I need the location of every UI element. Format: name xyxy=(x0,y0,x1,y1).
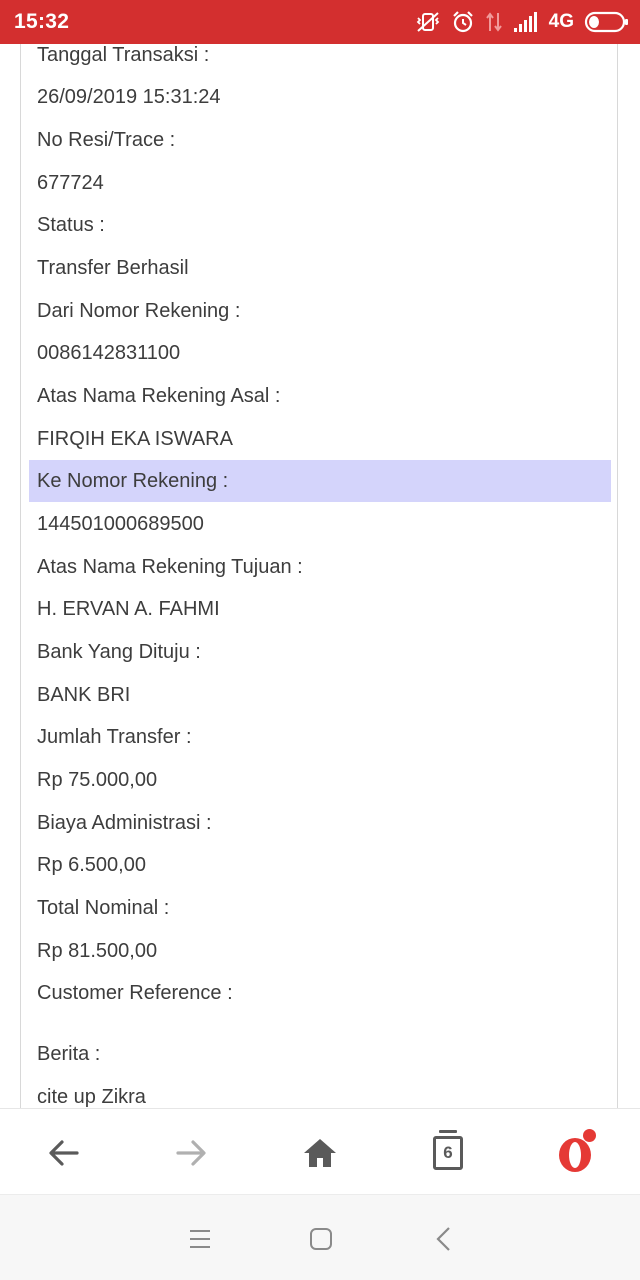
value-admin-fee: Rp 6.500,00 xyxy=(37,854,146,876)
system-nav-bar xyxy=(0,1194,640,1280)
value-source-account: 0086142831100 xyxy=(37,342,181,364)
battery-icon xyxy=(584,11,630,33)
value-destination-bank: BANK BRI xyxy=(37,684,131,706)
home-button[interactable] xyxy=(294,1127,346,1179)
opera-menu-button[interactable] xyxy=(550,1127,602,1179)
tab-count-icon: 6 xyxy=(433,1130,463,1170)
forward-button[interactable] xyxy=(165,1127,217,1179)
data-transfer-icon xyxy=(485,11,503,33)
label-customer-reference: Customer Reference : xyxy=(37,982,233,1004)
value-status: Transfer Berhasil xyxy=(37,257,189,279)
label-destination-bank: Bank Yang Dituju : xyxy=(37,641,201,663)
value-message: cite up Zikra xyxy=(37,1086,146,1108)
label-message: Berita : xyxy=(37,1043,101,1065)
chevron-left-icon xyxy=(436,1227,450,1251)
value-destination-account: 144501000689500 xyxy=(37,513,204,535)
square-icon xyxy=(310,1228,332,1250)
browser-nav-bar: 6 xyxy=(0,1108,640,1194)
value-total-nominal: Rp 81.500,00 xyxy=(37,940,158,962)
status-bar: 15:32 4G xyxy=(0,0,640,44)
value-transaction-date: 26/09/2019 15:31:24 xyxy=(37,86,221,108)
value-transfer-amount: Rp 75.000,00 xyxy=(37,769,158,791)
status-time: 15:32 xyxy=(14,10,70,33)
value-destination-name: H. ERVAN A. FAHMI xyxy=(37,598,220,620)
home-icon xyxy=(304,1139,336,1167)
tabs-button[interactable]: 6 xyxy=(422,1127,474,1179)
menu-lines-icon xyxy=(190,1230,210,1248)
recent-apps-button[interactable] xyxy=(178,1217,222,1261)
tab-count: 6 xyxy=(443,1143,453,1162)
label-transfer-amount: Jumlah Transfer : xyxy=(37,726,192,748)
value-source-account-name: FIRQIH EKA ISWARA xyxy=(37,428,233,450)
label-destination-account: Ke Nomor Rekening : xyxy=(29,460,611,502)
system-back-button[interactable] xyxy=(422,1217,466,1261)
network-type-label: 4G xyxy=(548,11,574,32)
value-trace-number: 677724 xyxy=(37,172,104,194)
arrow-right-icon xyxy=(176,1140,206,1166)
label-admin-fee: Biaya Administrasi : xyxy=(37,812,212,834)
vibrate-off-icon xyxy=(415,11,441,33)
alarm-icon xyxy=(451,10,475,34)
transaction-detail-card: Tanggal Transaksi : 26/09/2019 15:31:24 … xyxy=(20,44,618,1108)
label-total-nominal: Total Nominal : xyxy=(37,897,170,919)
signal-icon xyxy=(513,12,539,32)
label-destination-name: Atas Nama Rekening Tujuan : xyxy=(37,556,303,578)
status-icons: 4G xyxy=(415,8,630,36)
arrow-left-icon xyxy=(49,1140,79,1166)
label-source-account: Dari Nomor Rekening : xyxy=(37,300,241,322)
label-status: Status : xyxy=(37,214,105,236)
transaction-detail-page[interactable]: Tanggal Transaksi : 26/09/2019 15:31:24 … xyxy=(0,44,640,1108)
label-trace-number: No Resi/Trace : xyxy=(37,129,176,151)
back-button[interactable] xyxy=(38,1127,90,1179)
notification-dot xyxy=(583,1129,596,1142)
label-transaction-date: Tanggal Transaksi : xyxy=(37,44,210,66)
label-source-account-name: Atas Nama Rekening Asal : xyxy=(37,385,281,407)
system-home-button[interactable] xyxy=(299,1217,343,1261)
